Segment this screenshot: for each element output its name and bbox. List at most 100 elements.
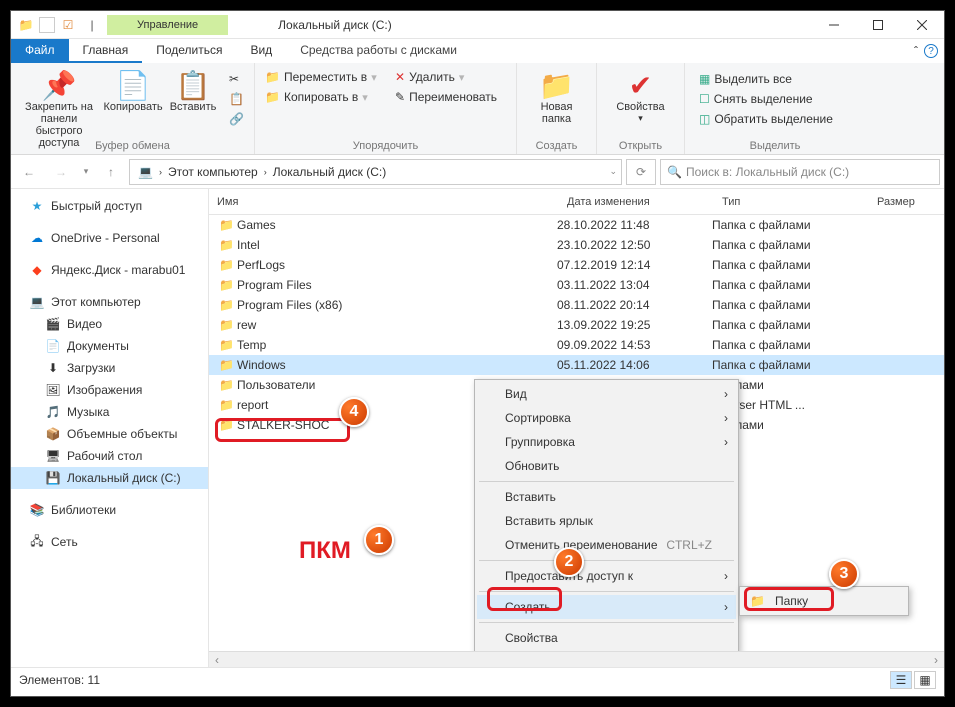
folder-icon: 📁: [219, 278, 237, 292]
file-row[interactable]: 📁rew13.09.2022 19:25Папка с файлами: [209, 315, 944, 335]
delete-button[interactable]: ✕Удалить ▾: [389, 67, 499, 87]
back-button[interactable]: ←: [15, 158, 43, 186]
selectall-button[interactable]: ▦Выделить все: [693, 69, 857, 89]
breadcrumb-1[interactable]: Локальный диск (C:): [269, 165, 391, 179]
cm-properties[interactable]: Свойства: [477, 626, 736, 650]
nav-downloads[interactable]: ⬇Загрузки: [11, 357, 208, 379]
col-size[interactable]: Размер: [877, 196, 915, 208]
horizontal-scrollbar[interactable]: ‹ ›: [209, 651, 944, 667]
tab-drive-tools[interactable]: Средства работы с дисками: [286, 39, 471, 63]
file-date: 09.09.2022 14:53: [557, 338, 712, 352]
newfolder-icon: 📁: [539, 69, 574, 101]
selectnone-icon: ☐: [699, 92, 710, 106]
newfolder-button[interactable]: 📁Новая папка: [521, 65, 592, 129]
ribbon: 📌Закрепить на панели быстрого доступа 📄К…: [11, 63, 944, 155]
file-row[interactable]: 📁Program Files (x86)08.11.2022 20:14Папк…: [209, 295, 944, 315]
scroll-right-icon[interactable]: ›: [928, 653, 944, 667]
file-date: 13.09.2022 19:25: [557, 318, 712, 332]
rename-button[interactable]: ✎Переименовать: [389, 87, 509, 107]
cm-new-folder[interactable]: 📁Папку: [742, 589, 906, 613]
qat-icon[interactable]: [39, 17, 55, 33]
nav-pane[interactable]: ★Быстрый доступ ☁OneDrive - Personal ◆Ян…: [11, 189, 209, 667]
contextual-tab-label: Управление: [107, 15, 228, 35]
properties-button[interactable]: ✔Свойства▾: [601, 65, 680, 128]
cut-button[interactable]: ✂: [223, 69, 250, 89]
nav-onedrive[interactable]: ☁OneDrive - Personal: [11, 227, 208, 249]
file-name: rew: [237, 318, 557, 332]
search-icon: 🔍: [667, 165, 682, 179]
nav-pictures[interactable]: 🖼Изображения: [11, 379, 208, 401]
cm-undo[interactable]: Отменить переименованиеCTRL+Z: [477, 533, 736, 557]
minimize-button[interactable]: [812, 11, 856, 39]
nav-pc[interactable]: 💻Этот компьютер: [11, 291, 208, 313]
file-row[interactable]: 📁Intel23.10.2022 12:50Папка с файлами: [209, 235, 944, 255]
col-name[interactable]: Имя: [217, 196, 567, 208]
nav-drive-c[interactable]: 💾Локальный диск (C:): [11, 467, 208, 489]
up-button[interactable]: ↑: [97, 158, 125, 186]
cm-sort[interactable]: Сортировка›: [477, 406, 736, 430]
file-row[interactable]: 📁Temp09.09.2022 14:53Папка с файлами: [209, 335, 944, 355]
copypath-button[interactable]: 📋: [223, 89, 250, 109]
cm-access[interactable]: Предоставить доступ к›: [477, 564, 736, 588]
nav-yandex[interactable]: ◆Яндекс.Диск - marabu01: [11, 259, 208, 281]
cm-view[interactable]: Вид›: [477, 382, 736, 406]
cm-group[interactable]: Группировка›: [477, 430, 736, 454]
file-date: 05.11.2022 14:06: [557, 358, 712, 372]
icons-view-button[interactable]: ▦: [914, 671, 936, 689]
refresh-button[interactable]: ⟳: [626, 159, 656, 185]
nav-documents[interactable]: 📄Документы: [11, 335, 208, 357]
breadcrumb-0[interactable]: Этот компьютер: [164, 165, 262, 179]
maximize-button[interactable]: [856, 11, 900, 39]
tab-view[interactable]: Вид: [236, 39, 286, 63]
breadcrumb[interactable]: 💻› Этот компьютер› Локальный диск (C:) ⌄: [129, 159, 622, 185]
annotation-marker-3: 3: [829, 559, 859, 589]
file-row[interactable]: 📁Program Files03.11.2022 13:04Папка с фа…: [209, 275, 944, 295]
file-row[interactable]: 📁PerfLogs07.12.2019 12:14Папка с файлами: [209, 255, 944, 275]
cm-refresh[interactable]: Обновить: [477, 454, 736, 478]
breadcrumb-dropdown[interactable]: ⌄: [609, 166, 617, 177]
status-bar: Элементов: 11 ☰ ▦: [11, 667, 944, 691]
close-button[interactable]: [900, 11, 944, 39]
invertselection-button[interactable]: ◫Обратить выделение: [693, 109, 857, 129]
nav-desktop[interactable]: 🖥Рабочий стол: [11, 445, 208, 467]
help-icon[interactable]: ?: [924, 44, 938, 58]
star-icon: ★: [29, 198, 45, 214]
col-type[interactable]: Тип: [722, 196, 877, 208]
chevron-right-icon: ›: [724, 569, 728, 583]
file-date: 28.10.2022 11:48: [557, 218, 712, 232]
scroll-left-icon[interactable]: ‹: [209, 653, 225, 667]
cm-create[interactable]: Создать›: [477, 595, 736, 619]
breadcrumb-drive-icon[interactable]: 💻: [134, 165, 157, 179]
collapse-ribbon-icon[interactable]: ˆ: [914, 44, 918, 58]
pastelink-button[interactable]: 🔗: [223, 109, 250, 129]
nav-libraries[interactable]: 📚Библиотеки: [11, 499, 208, 521]
cube-icon: 📦: [45, 426, 61, 442]
file-row[interactable]: 📁Windows05.11.2022 14:06Папка с файлами: [209, 355, 944, 375]
copyto-button[interactable]: 📁Копировать в ▾: [259, 87, 389, 107]
nav-3dobjects[interactable]: 📦Объемные объекты: [11, 423, 208, 445]
search-input[interactable]: 🔍 Поиск в: Локальный диск (C:): [660, 159, 940, 185]
tab-share[interactable]: Поделиться: [142, 39, 236, 63]
window-title: Локальный диск (C:): [228, 18, 812, 32]
qat-check-icon[interactable]: ☑: [57, 14, 79, 36]
tab-file[interactable]: Файл: [11, 39, 69, 63]
nav-videos[interactable]: 🎬Видео: [11, 313, 208, 335]
nav-quick-access[interactable]: ★Быстрый доступ: [11, 195, 208, 217]
properties-label: Свойства: [616, 101, 664, 113]
file-row[interactable]: 📁Games28.10.2022 11:48Папка с файлами: [209, 215, 944, 235]
folder-icon: 📁: [219, 238, 237, 252]
chevron-right-icon: ›: [724, 387, 728, 401]
details-view-button[interactable]: ☰: [890, 671, 912, 689]
selectnone-button[interactable]: ☐Снять выделение: [693, 89, 857, 109]
forward-button[interactable]: →: [47, 158, 75, 186]
moveto-button[interactable]: 📁Переместить в ▾: [259, 67, 389, 87]
tab-home[interactable]: Главная: [69, 39, 143, 63]
nav-network[interactable]: 🖧Сеть: [11, 531, 208, 553]
cm-paste[interactable]: Вставить: [477, 485, 736, 509]
folder-icon: 📁: [219, 218, 237, 232]
nav-music[interactable]: 🎵Музыка: [11, 401, 208, 423]
status-count: Элементов: 11: [19, 673, 100, 687]
col-date[interactable]: Дата изменения: [567, 196, 722, 208]
recent-button[interactable]: ▾: [79, 158, 93, 186]
cm-pastelink[interactable]: Вставить ярлык: [477, 509, 736, 533]
